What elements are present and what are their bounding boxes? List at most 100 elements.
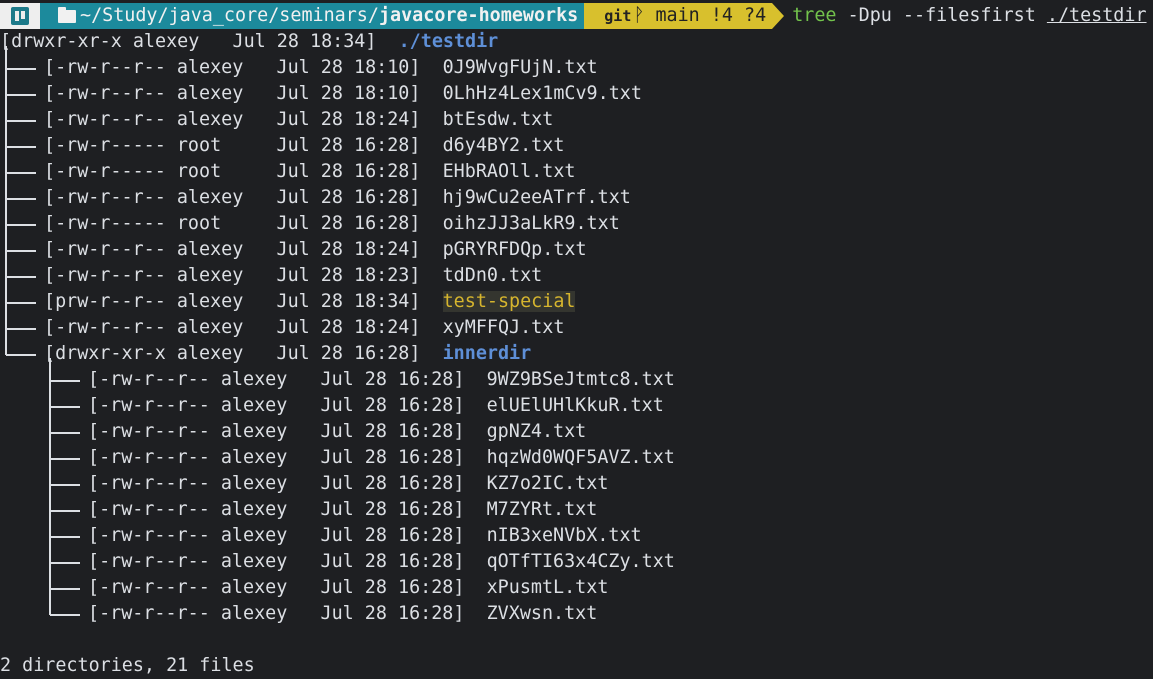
file-entry: [-rw-r--r-- alexey Jul 28 16:28] ZVXwsn.… [88,601,597,627]
entry-meta: [-rw-r----- root Jul 28 16:28] [44,135,421,156]
entry-meta: [-rw-r--r-- alexey Jul 28 16:28] [88,551,465,572]
file-entry: [-rw-r--r-- alexey Jul 28 18:24] btEsdw.… [44,107,553,133]
file-entry: [-rw-r----- root Jul 28 16:28] oihzJJ3aL… [44,211,620,237]
entry-name[interactable]: ZVXwsn.txt [487,603,598,624]
root-entry: [drwxr-xr-x alexey Jul 28 18:34] ./testd… [0,29,498,55]
file-entry: [-rw-r--r-- alexey Jul 28 16:28] xPusmtL… [88,575,608,601]
summary-line: 2 directories, 21 files [0,655,255,676]
file-entry: [-rw-r--r-- alexey Jul 28 16:28] qOTfTI6… [88,549,675,575]
tree-branch-line [6,172,36,174]
entry-name[interactable]: 0J9WvgFUjN.txt [443,57,598,78]
entry-name[interactable]: oihzJJ3aLkR9.txt [443,213,620,234]
entry-meta: [-rw-r--r-- alexey Jul 28 16:28] [88,421,465,442]
tree-branch-line [6,354,36,356]
tree-branch-line [6,224,36,226]
entry-meta: [-rw-r--r-- alexey Jul 28 16:28] [88,473,465,494]
entry-name[interactable]: tdDn0.txt [443,265,543,286]
entry-name[interactable]: gpNZ4.txt [487,421,587,442]
entry-meta: [-rw-r--r-- alexey Jul 28 18:10] [44,83,421,104]
entry-name[interactable]: btEsdw.txt [443,109,554,130]
entry-name[interactable]: 0LhHz4Lex1mCv9.txt [443,83,642,104]
entry-meta: [-rw-r--r-- alexey Jul 28 16:28] [44,187,421,208]
entry-meta: [-rw-r--r-- alexey Jul 28 18:24] [44,317,421,338]
entry-meta: [-rw-r--r-- alexey Jul 28 18:10] [44,57,421,78]
tree-branch-line [50,588,80,590]
tree-branch-line [50,614,80,616]
entry-name[interactable]: M7ZYRt.txt [487,499,598,520]
tree-branch-line [50,484,80,486]
file-entry: [-rw-r--r-- alexey Jul 28 16:28] gpNZ4.t… [88,419,586,445]
folder-icon [58,6,76,23]
tree-branch-line [6,198,36,200]
entry-meta: [-rw-r--r-- alexey Jul 28 18:24] [44,109,421,130]
tree-connector-line [49,358,51,615]
file-entry: [-rw-r--r-- alexey Jul 28 18:23] tdDn0.t… [44,263,542,289]
tree-branch-line [6,328,36,330]
entry-name[interactable]: hj9wCu2eeATrf.txt [443,187,631,208]
entry-name[interactable]: elUElUHlKkuR.txt [487,395,664,416]
entry-name[interactable]: qOTfTI63x4CZy.txt [487,551,675,572]
tree-branch-line [6,302,36,304]
entry-meta: [-rw-r----- root Jul 28 16:28] [44,213,421,234]
tree-branch-line [50,432,80,434]
entry-meta: [-rw-r--r-- alexey Jul 28 18:24] [44,239,421,260]
tree-connector-line [5,46,7,355]
entry-name[interactable]: KZ7o2IC.txt [487,473,609,494]
entry-meta: [-rw-r----- root Jul 28 16:28] [44,161,421,182]
entry-name: ./testdir [398,31,499,52]
tree-branch-line [50,510,80,512]
tree-branch-line [6,276,36,278]
file-entry: [-rw-r--r-- alexey Jul 28 18:10] 0LhHz4L… [44,81,642,107]
git-segment: git ᚹ main !4 ?4 [584,3,773,29]
entry-meta: [-rw-r--r-- alexey Jul 28 16:28] [88,395,465,416]
tree-branch-line [50,562,80,564]
entry-meta: [-rw-r--r-- alexey Jul 28 16:28] [88,525,465,546]
file-entry: [-rw-r--r-- alexey Jul 28 18:24] xyMFFQJ… [44,315,564,341]
path-prefix: ~/Study/java_core/seminars/ [80,5,379,26]
tree-branch-line [6,250,36,252]
tree-branch-line [6,94,36,96]
entry-meta: [prw-r--r-- alexey Jul 28 18:34] [44,291,421,312]
tree-branch-line [50,380,80,382]
entry-name[interactable]: pGRYRFDQp.txt [443,239,587,260]
tree-branch-line [6,120,36,122]
file-entry: [-rw-r--r-- alexey Jul 28 16:28] KZ7o2IC… [88,471,608,497]
file-entry: [-rw-r--r-- alexey Jul 28 16:28] 9WZ9BSe… [88,367,675,393]
tree-branch-line [50,536,80,538]
entry-name[interactable]: xyMFFQJ.txt [443,317,565,338]
branch-icon: ᚹ [633,5,656,26]
file-entry: [-rw-r--r-- alexey Jul 28 16:28] M7ZYRt.… [88,497,597,523]
entry-meta: [-rw-r--r-- alexey Jul 28 16:28] [88,577,465,598]
entry-meta: [drwxr-xr-x alexey Jul 28 16:28] [44,343,421,364]
entry-name[interactable]: nIB3xeNVbX.txt [487,525,642,546]
file-entry: [-rw-r--r-- alexey Jul 28 18:10] 0J9WvgF… [44,55,598,81]
tree-branch-line [6,146,36,148]
file-entry: [-rw-r----- root Jul 28 16:28] EHbRAOll.… [44,159,575,185]
entry-name[interactable]: EHbRAOll.txt [443,161,576,182]
entry-meta: [-rw-r--r-- alexey Jul 28 18:23] [44,265,421,286]
entry-meta: [-rw-r--r-- alexey Jul 28 16:28] [88,447,465,468]
entry-name[interactable]: d6y4BY2.txt [443,135,565,156]
command-target: ./testdir [1046,5,1147,26]
tree-branch-line [50,458,80,460]
shell-prompt: ~/Study/java_core/seminars/javacore-home… [0,3,1147,29]
file-entry: [-rw-r--r-- alexey Jul 28 16:28] elUElUH… [88,393,664,419]
file-entry: [-rw-r--r-- alexey Jul 28 16:28] nIB3xeN… [88,523,642,549]
path-segment: ~/Study/java_core/seminars/javacore-home… [40,3,585,29]
git-icon: git [604,7,632,25]
manjaro-logo-icon [11,7,29,25]
entry-meta: [-rw-r--r-- alexey Jul 28 16:28] [88,369,465,390]
tree-branch-line [6,68,36,70]
os-segment [0,3,40,29]
segment-separator [772,3,785,29]
command-args: -Dpu --filesfirst [836,5,1047,26]
entry-name[interactable]: hqzWd0WQF5AVZ.txt [487,447,675,468]
entry-meta: [-rw-r--r-- alexey Jul 28 16:28] [88,499,465,520]
entry-name[interactable]: innerdir [443,343,532,364]
command-line[interactable]: tree -Dpu --filesfirst ./testdir [792,3,1146,29]
entry-name[interactable]: 9WZ9BSeJtmtc8.txt [487,369,675,390]
entry-name[interactable]: test-special [442,291,576,312]
path-current: javacore-homeworks [378,5,579,26]
entry-name[interactable]: xPusmtL.txt [487,577,609,598]
directory-entry: [drwxr-xr-x alexey Jul 28 16:28] innerdi… [44,341,531,367]
